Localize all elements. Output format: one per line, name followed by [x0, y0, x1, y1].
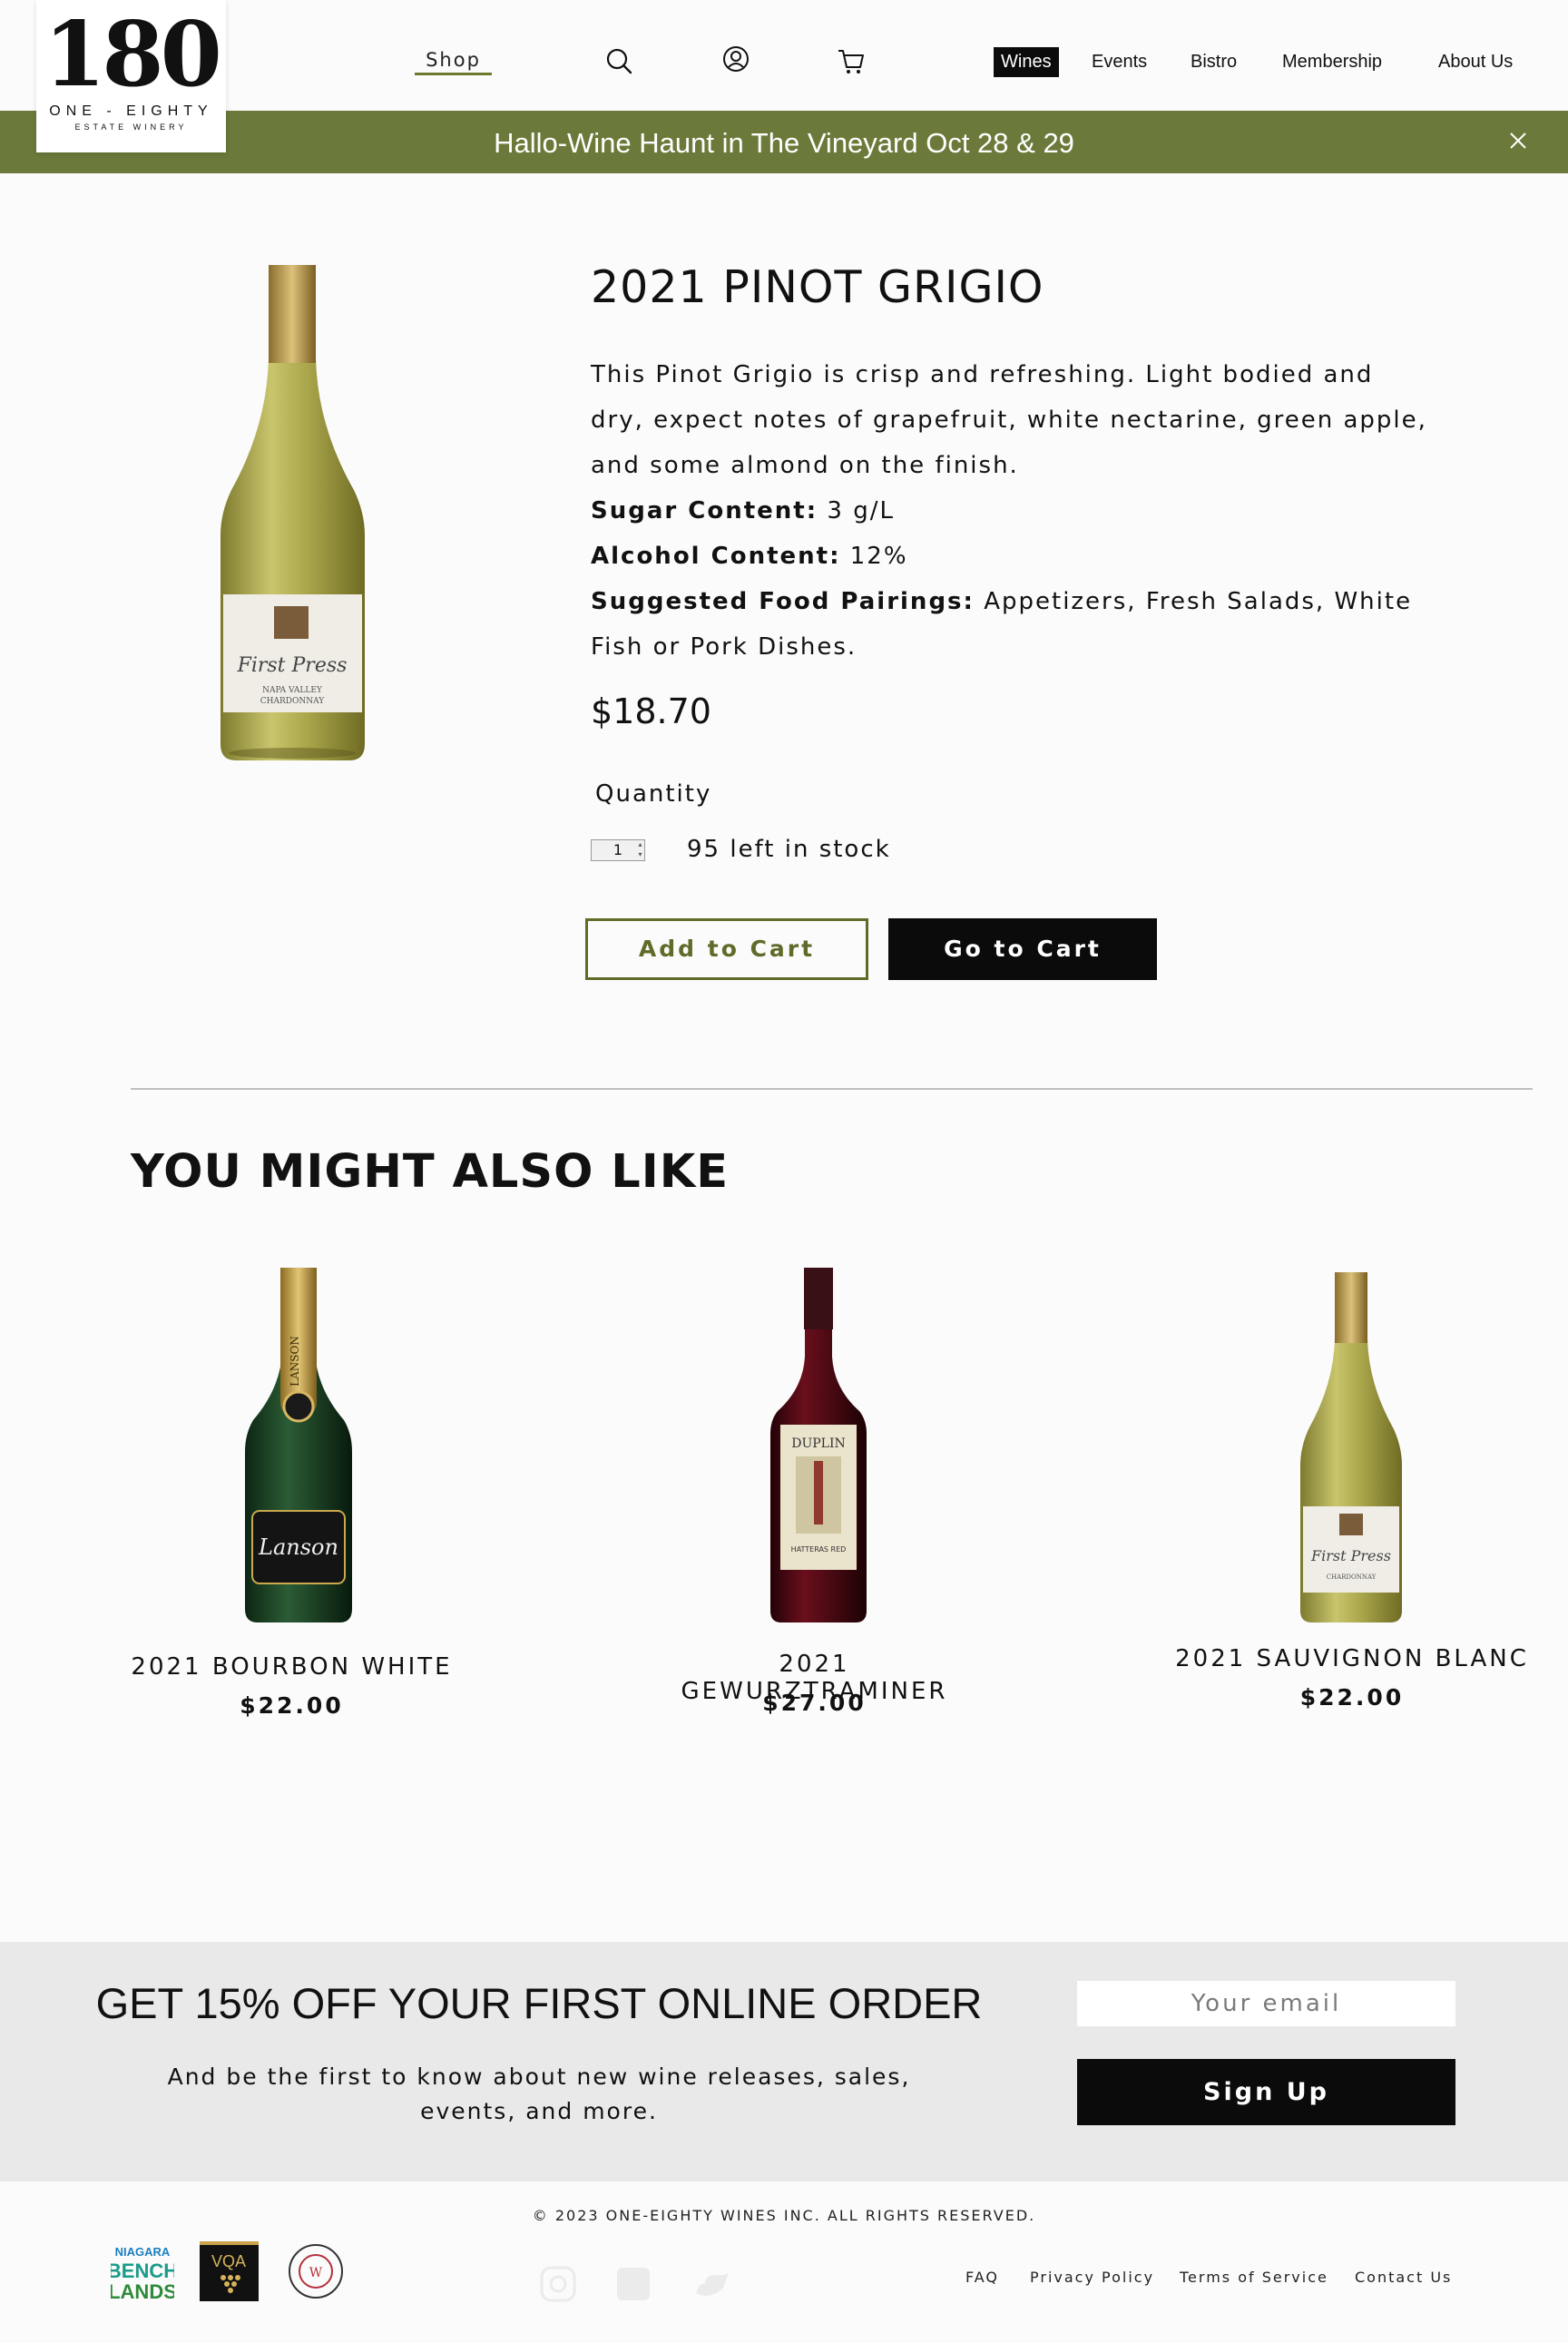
- footer-link-faq[interactable]: FAQ: [965, 2269, 999, 2286]
- product-description: This Pinot Grigio is crisp and refreshin…: [591, 361, 1427, 479]
- alcohol-label: Alcohol Content:: [591, 543, 841, 570]
- product-bottle-image: First Press NAPA VALLEY CHARDONNAY: [220, 265, 365, 760]
- recommendations-title: YOU MIGHT ALSO LIKE: [131, 1145, 730, 1199]
- quantity-spinner-arrows[interactable]: ▴ ▾: [635, 839, 645, 861]
- rec-item-name[interactable]: 2021 SAUVIGNON BLANC: [1166, 1645, 1538, 1672]
- sugar-label: Sugar Content:: [591, 497, 818, 524]
- logo-subtitle: ESTATE WINERY: [74, 123, 188, 132]
- product-description-block: This Pinot Grigio is crisp and refreshin…: [591, 352, 1430, 670]
- winery-logo[interactable]: 180 ONE - EIGHTY ESTATE WINERY: [36, 0, 226, 152]
- email-field[interactable]: [1077, 1981, 1455, 2026]
- footer-link-terms[interactable]: Terms of Service: [1180, 2269, 1328, 2286]
- rec-item-price: $27.00: [762, 1690, 867, 1716]
- nav-membership-link[interactable]: Membership: [1282, 52, 1382, 73]
- svg-text:NAPA VALLEY: NAPA VALLEY: [262, 686, 323, 695]
- svg-text:DUPLIN: DUPLIN: [791, 1436, 846, 1451]
- product-title: 2021 PINOT GRIGIO: [591, 261, 1044, 313]
- svg-text:CHARDONNAY: CHARDONNAY: [260, 697, 325, 706]
- svg-text:First Press: First Press: [1310, 1547, 1391, 1564]
- logo-text-niagara: NIAGARA: [115, 2245, 171, 2259]
- announcement-banner: Hallo-Wine Haunt in The Vineyard Oct 28 …: [0, 111, 1568, 173]
- rec-item-image[interactable]: DUPLIN HATTERAS RED: [760, 1266, 877, 1624]
- search-icon[interactable]: [603, 45, 634, 76]
- newsletter-section: GET 15% OFF YOUR FIRST ONLINE ORDER And …: [0, 1942, 1568, 2181]
- newsletter-subtitle: And be the first to know about new wine …: [167, 2064, 911, 2124]
- facebook-icon[interactable]: [613, 2264, 653, 2304]
- section-divider: [131, 1088, 1533, 1090]
- cart-icon[interactable]: [836, 45, 867, 76]
- winery-seal-logo[interactable]: W: [287, 2241, 345, 2301]
- product-price: $18.70: [591, 691, 711, 731]
- nav-events-link[interactable]: Events: [1092, 52, 1147, 73]
- vqa-logo[interactable]: VQA: [200, 2241, 259, 2301]
- site-header: 180 ONE - EIGHTY ESTATE WINERY Shop Wine…: [0, 0, 1568, 152]
- rec-item-price: $22.00: [240, 1692, 344, 1719]
- footer-link-privacy[interactable]: Privacy Policy: [1030, 2269, 1154, 2286]
- svg-text:First Press: First Press: [237, 654, 348, 677]
- instagram-icon[interactable]: [538, 2264, 578, 2304]
- twitter-icon[interactable]: [692, 2264, 732, 2304]
- add-to-cart-button[interactable]: Add to Cart: [585, 918, 868, 980]
- rec-item-image[interactable]: LANSON Lanson: [240, 1266, 358, 1624]
- go-to-cart-button[interactable]: Go to Cart: [888, 918, 1157, 980]
- logo-text-w: W: [309, 2266, 323, 2280]
- sign-up-button[interactable]: Sign Up: [1077, 2059, 1455, 2125]
- banner-text[interactable]: Hallo-Wine Haunt in The Vineyard Oct 28 …: [0, 127, 1568, 160]
- alcohol-value: 12%: [849, 543, 908, 570]
- rec-item-name[interactable]: 2021 BOURBON WHITE: [131, 1653, 453, 1681]
- account-icon[interactable]: [720, 44, 751, 74]
- logo-number: 180: [44, 3, 222, 107]
- copyright-text: © 2023 ONE-EIGHTY WINES INC. ALL RIGHTS …: [532, 2207, 1036, 2224]
- svg-text:CHARDONNAY: CHARDONNAY: [1327, 1573, 1377, 1581]
- stock-status: 95 left in stock: [687, 836, 891, 863]
- niagara-bench-lands-logo[interactable]: NIAGARA BENCH LANDS: [111, 2241, 174, 2305]
- newsletter-title: GET 15% OFF YOUR FIRST ONLINE ORDER: [95, 1979, 983, 2027]
- rec-item-price: $22.00: [1299, 1684, 1405, 1711]
- nav-wines-link[interactable]: Wines: [994, 47, 1059, 77]
- sugar-value: 3 g/L: [827, 497, 895, 524]
- nav-about-link[interactable]: About Us: [1438, 52, 1513, 73]
- nav-shop-link[interactable]: Shop: [415, 49, 492, 71]
- rec-item-image[interactable]: First Press CHARDONNAY: [1292, 1270, 1410, 1624]
- logo-name: ONE - EIGHTY: [49, 103, 213, 119]
- logo-text-vqa: VQA: [211, 2252, 246, 2270]
- quantity-label: Quantity: [595, 780, 712, 808]
- svg-text:LANSON: LANSON: [289, 1336, 301, 1387]
- nav-bistro-link[interactable]: Bistro: [1191, 52, 1237, 73]
- svg-text:HATTERAS RED: HATTERAS RED: [791, 1545, 847, 1554]
- nav-shop-underline: [415, 73, 492, 75]
- logo-text-bench: BENCH: [111, 2260, 174, 2282]
- svg-text:Lanson: Lanson: [258, 1534, 338, 1560]
- logo-text-lands: LANDS: [111, 2280, 174, 2303]
- close-icon[interactable]: [1506, 129, 1530, 152]
- footer-link-contact[interactable]: Contact Us: [1355, 2269, 1452, 2286]
- pairings-label: Suggested Food Pairings:: [591, 588, 975, 615]
